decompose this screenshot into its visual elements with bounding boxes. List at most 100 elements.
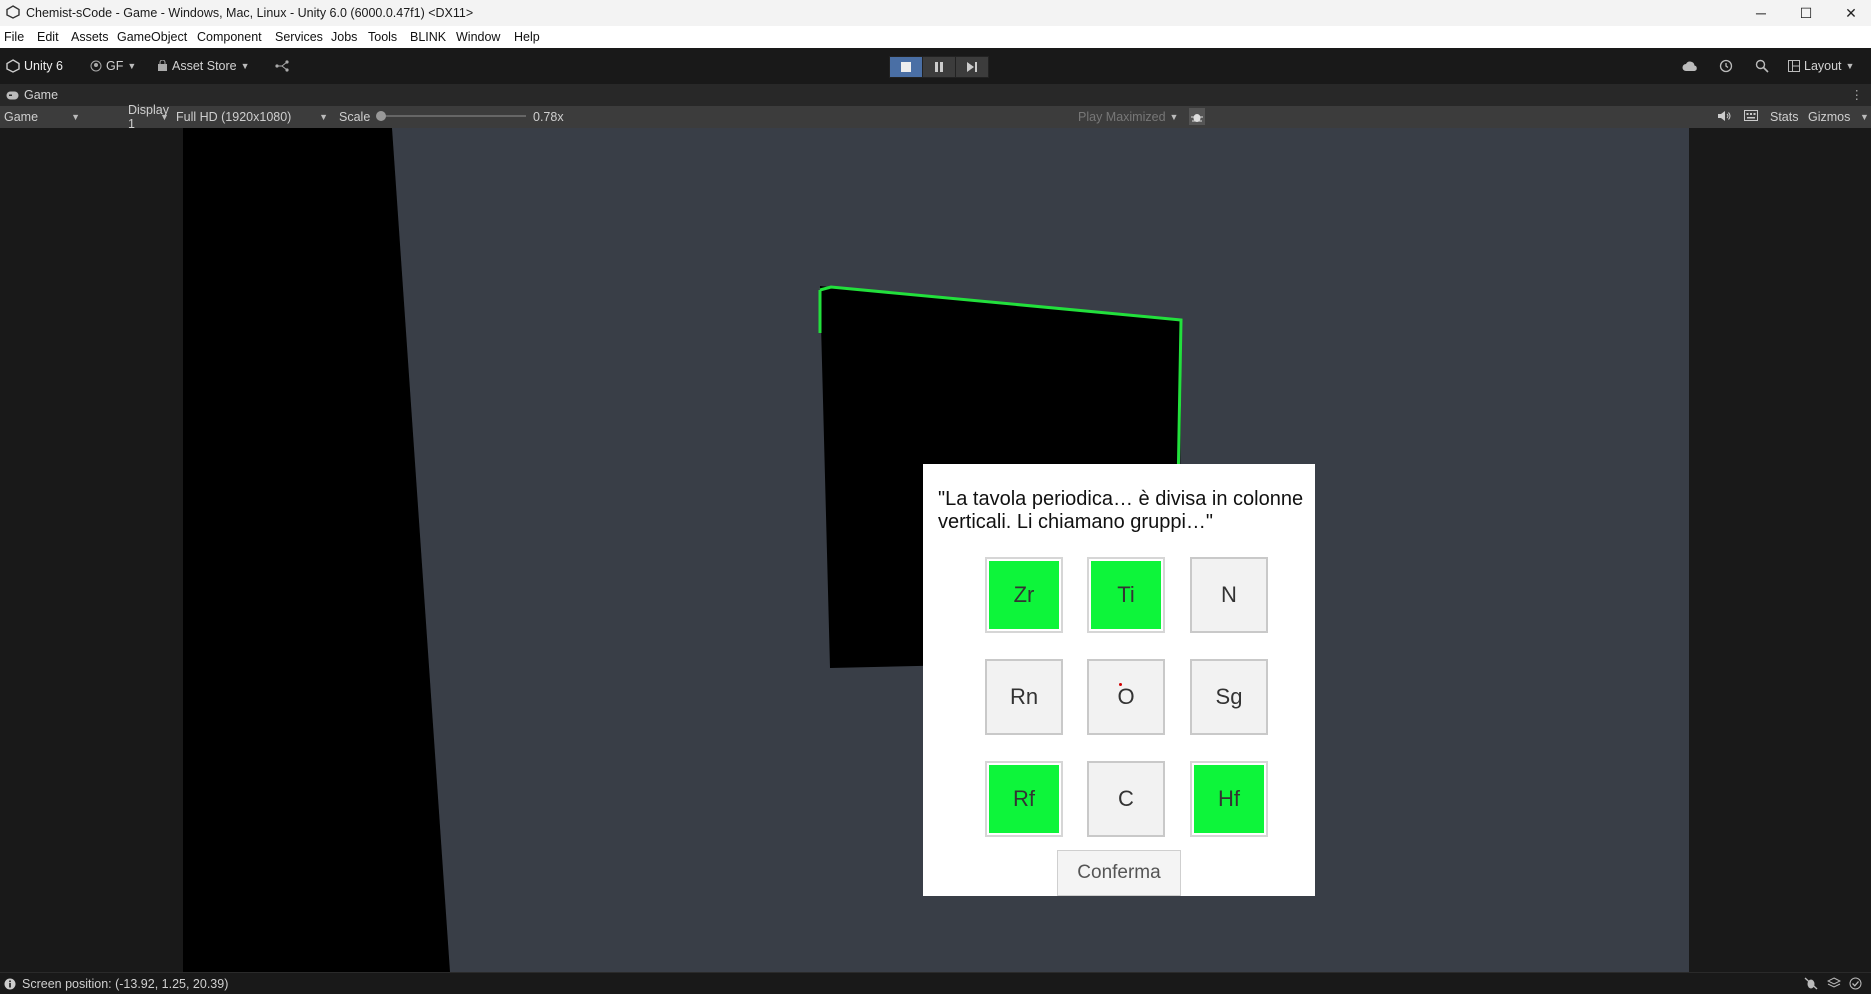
minimize-button[interactable]: ─ <box>1738 0 1784 26</box>
search-button[interactable] <box>1755 57 1769 75</box>
search-icon <box>1755 59 1769 73</box>
close-button[interactable]: ✕ <box>1828 0 1871 26</box>
layout-dropdown[interactable]: Layout ▼ <box>1788 57 1854 75</box>
element-cell-n[interactable]: N <box>1190 557 1268 633</box>
element-cell-o[interactable]: O <box>1087 659 1165 735</box>
confirm-button[interactable]: Conferma <box>1057 850 1181 896</box>
element-symbol: Hf <box>1218 786 1240 811</box>
layers-icon[interactable] <box>1827 977 1841 990</box>
play-mode-label: Play Maximized <box>1078 110 1166 124</box>
element-symbol: C <box>1118 786 1134 811</box>
tab-game[interactable]: Game <box>6 88 58 102</box>
more-options-icon[interactable]: ⋮ <box>1851 87 1864 102</box>
layout-label: Layout <box>1804 59 1842 73</box>
account-label: GF <box>106 59 124 73</box>
element-symbol: Rn <box>1009 684 1039 709</box>
chevron-down-icon: ▼ <box>319 111 328 122</box>
menu-gameobject[interactable]: GameObject <box>117 30 187 44</box>
status-bar: Screen position: (-13.92, 1.25, 20.39) <box>0 972 1871 994</box>
step-icon <box>966 62 977 72</box>
element-symbol: O <box>1117 684 1135 709</box>
resolution-dropdown[interactable]: Full HD (1920x1080) ▼ <box>172 108 332 125</box>
menu-file[interactable]: File <box>4 30 24 44</box>
bug-icon <box>1191 113 1203 122</box>
game-scene[interactable]: "La tavola periodica… è divisa in colonn… <box>183 128 1689 972</box>
cloud-button[interactable] <box>1682 57 1698 75</box>
element-cell-c[interactable]: C <box>1087 761 1165 837</box>
pause-button[interactable] <box>922 56 956 78</box>
step-button[interactable] <box>955 56 989 78</box>
status-text: Screen position: (-13.92, 1.25, 20.39) <box>22 977 229 991</box>
chevron-down-icon: ▼ <box>160 111 169 122</box>
main-toolbar: Unity 6 GF ▼ Asset Store ▼ Layout ▼ <box>0 48 1871 84</box>
chevron-down-icon: ▼ <box>1845 61 1855 71</box>
play-mode-dropdown[interactable]: Play Maximized ▼ <box>1078 110 1178 124</box>
status-message: Screen position: (-13.92, 1.25, 20.39) <box>4 977 228 991</box>
gizmos-chevron-down-icon[interactable]: ▼ <box>1860 112 1869 122</box>
game-control-bar: Game ▼ Display 1 ▼ Full HD (1920x1080) ▼… <box>0 103 1871 131</box>
window-title-bar: Chemist-sCode - Game - Windows, Mac, Lin… <box>0 0 1871 26</box>
element-symbol: Zr <box>1013 582 1035 607</box>
element-cell-rf[interactable]: Rf <box>985 761 1063 837</box>
element-cell-hf[interactable]: Hf <box>1190 761 1268 837</box>
element-symbol: N <box>1221 582 1237 607</box>
element-cell-rn[interactable]: Rn <box>985 659 1063 735</box>
game-viewport[interactable]: "La tavola periodica… è divisa in colonn… <box>0 128 1871 972</box>
chevron-down-icon: ▼ <box>240 61 250 71</box>
menu-jobs[interactable]: Jobs <box>331 30 357 44</box>
view-dropdown-label: Game <box>4 109 39 124</box>
maximize-button[interactable]: ☐ <box>1783 0 1829 26</box>
pause-icon <box>935 62 943 72</box>
menu-help[interactable]: Help <box>514 30 540 44</box>
layout-icon <box>1788 60 1800 72</box>
scale-label: Scale <box>339 110 371 124</box>
keyboard-shortcuts-button[interactable] <box>1744 110 1758 121</box>
element-cell-zr[interactable]: Zr <box>985 557 1063 633</box>
version-control-button[interactable] <box>275 57 289 75</box>
menu-edit[interactable]: Edit <box>37 30 59 44</box>
stop-play-button[interactable] <box>889 56 923 78</box>
asset-store-dropdown[interactable]: Asset Store ▼ <box>157 57 250 75</box>
scale-value: 0.78x <box>533 110 564 124</box>
gamepad-icon <box>6 91 19 99</box>
unity-app-icon <box>6 5 20 19</box>
account-icon <box>90 60 102 72</box>
element-cell-sg[interactable]: Sg <box>1190 659 1268 735</box>
debug-button[interactable] <box>1189 108 1205 125</box>
history-button[interactable] <box>1719 57 1733 75</box>
menu-services[interactable]: Services <box>275 30 323 44</box>
menu-tools[interactable]: Tools <box>368 30 397 44</box>
debug-off-icon[interactable] <box>1804 977 1818 990</box>
unity-logo-icon <box>6 59 20 73</box>
scale-slider[interactable] <box>376 110 528 122</box>
gizmos-button[interactable]: Gizmos <box>1808 110 1850 124</box>
menu-bar: File Edit Assets GameObject Component Se… <box>0 26 1871 49</box>
element-symbol: Ti <box>1117 582 1135 607</box>
cloud-icon <box>1682 61 1697 71</box>
shopping-bag-icon <box>158 60 167 71</box>
element-cell-ti[interactable]: Ti <box>1087 557 1165 633</box>
game-tab-strip: Game ⋮ <box>0 84 1871 106</box>
account-dropdown[interactable]: GF ▼ <box>90 57 136 75</box>
resolution-label: Full HD (1920x1080) <box>176 109 292 124</box>
menu-component[interactable]: Component <box>197 30 262 44</box>
keyboard-icon <box>1744 110 1758 121</box>
menu-blink[interactable]: BLINK <box>410 30 446 44</box>
history-icon <box>1719 59 1733 73</box>
display-caret[interactable]: ▼ <box>160 108 172 125</box>
audio-mute-button[interactable] <box>1718 110 1731 122</box>
menu-assets[interactable]: Assets <box>71 30 109 44</box>
view-dropdown[interactable]: Game ▼ <box>0 108 84 125</box>
cursor-dot <box>1119 683 1122 686</box>
menu-window[interactable]: Window <box>456 30 500 44</box>
quiz-prompt: "La tavola periodica… è divisa in colonn… <box>938 488 1304 533</box>
speaker-icon <box>1718 111 1731 121</box>
branch-icon <box>275 60 289 72</box>
check-circle-icon[interactable] <box>1849 977 1862 990</box>
chevron-down-icon: ▼ <box>1169 112 1179 122</box>
black-wall-shape <box>183 128 450 972</box>
unity-version-button[interactable]: Unity 6 <box>6 57 63 75</box>
unity-version-label: Unity 6 <box>24 59 63 73</box>
quiz-dialog: "La tavola periodica… è divisa in colonn… <box>923 464 1315 896</box>
stats-button[interactable]: Stats <box>1770 110 1799 124</box>
